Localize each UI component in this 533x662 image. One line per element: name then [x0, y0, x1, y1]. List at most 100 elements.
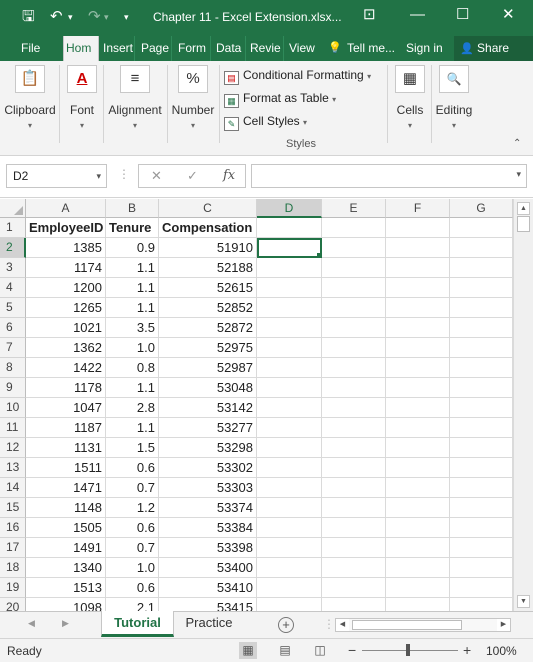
formula-input[interactable]: ▾	[251, 164, 527, 188]
grid-cell[interactable]: 53142	[159, 398, 257, 418]
grid-cell[interactable]: 53410	[159, 578, 257, 598]
grid-cell[interactable]: 1.1	[106, 378, 159, 398]
row-header[interactable]: 13	[0, 458, 26, 478]
grid-cell[interactable]: 1.1	[106, 258, 159, 278]
lightbulb-icon[interactable]: 💡	[328, 36, 342, 61]
grid-cell[interactable]	[257, 558, 322, 578]
horizontal-scroll-thumb[interactable]	[352, 620, 462, 630]
grid-cell[interactable]: 1.0	[106, 558, 159, 578]
grid-cell[interactable]: 3.5	[106, 318, 159, 338]
select-all-button[interactable]	[0, 199, 26, 218]
grid-cell[interactable]: 0.6	[106, 578, 159, 598]
grid-cell[interactable]	[450, 298, 513, 318]
grid-cell[interactable]: 2.8	[106, 398, 159, 418]
grid-cell[interactable]: 1511	[26, 458, 106, 478]
grid-cell[interactable]	[257, 458, 322, 478]
redo-dropdown-icon[interactable]: ▾	[104, 8, 109, 26]
grid-cell[interactable]: 1.1	[106, 418, 159, 438]
row-header[interactable]: 6	[0, 318, 26, 338]
scroll-right-icon[interactable]: ▶	[497, 619, 510, 631]
grid-cell[interactable]	[257, 338, 322, 358]
row-header[interactable]: 18	[0, 558, 26, 578]
grid-cell[interactable]	[450, 358, 513, 378]
grid-cell[interactable]: 52188	[159, 258, 257, 278]
zoom-slider[interactable]	[362, 650, 458, 651]
grid-cell[interactable]: 1471	[26, 478, 106, 498]
redo-icon[interactable]: ↷	[88, 8, 101, 26]
grid-cell[interactable]	[450, 318, 513, 338]
grid-cell[interactable]: 53277	[159, 418, 257, 438]
ribbon-display-options-icon[interactable]: ⊡	[363, 6, 376, 24]
tab-data[interactable]: Data	[216, 36, 246, 61]
collapse-ribbon-icon[interactable]: ⌃	[513, 138, 521, 149]
column-header-d[interactable]: D	[257, 199, 322, 218]
grid-cell[interactable]	[322, 258, 386, 278]
grid-cell[interactable]: 1047	[26, 398, 106, 418]
grid-cell[interactable]	[386, 438, 450, 458]
tab-review[interactable]: Revie	[250, 36, 284, 61]
scroll-up-icon[interactable]: ▲	[517, 202, 530, 215]
grid-cell[interactable]	[257, 378, 322, 398]
grid-cell[interactable]	[450, 458, 513, 478]
maximize-icon[interactable]: ☐	[456, 6, 469, 24]
grid-cell[interactable]: 1200	[26, 278, 106, 298]
grid-cell[interactable]: 53048	[159, 378, 257, 398]
grid-cell[interactable]	[450, 378, 513, 398]
column-header-e[interactable]: E	[322, 199, 386, 218]
grid-cell[interactable]	[257, 358, 322, 378]
grid-cell[interactable]	[322, 298, 386, 318]
normal-view-icon[interactable]: ▦	[239, 642, 257, 659]
grid-cell[interactable]: 1.1	[106, 298, 159, 318]
grid-cell[interactable]: 53384	[159, 518, 257, 538]
row-header[interactable]: 10	[0, 398, 26, 418]
row-header[interactable]: 11	[0, 418, 26, 438]
cells-group[interactable]: ▦ Cells ▾	[391, 63, 429, 143]
row-header[interactable]: 16	[0, 518, 26, 538]
grid-cell[interactable]: 1491	[26, 538, 106, 558]
grid-cell[interactable]	[322, 398, 386, 418]
grid-cell[interactable]	[450, 478, 513, 498]
grid-cell[interactable]: 1131	[26, 438, 106, 458]
grid-cell[interactable]	[257, 278, 322, 298]
grid-cell[interactable]	[257, 478, 322, 498]
grid-cell[interactable]	[322, 278, 386, 298]
grid-cell[interactable]	[322, 238, 386, 258]
grid-cell[interactable]: 0.7	[106, 478, 159, 498]
insert-function-icon[interactable]: fx	[223, 168, 235, 183]
header-cell[interactable]: Compensation	[159, 218, 257, 238]
scroll-left-icon[interactable]: ◀	[336, 619, 349, 631]
active-cell[interactable]	[257, 238, 322, 258]
grid-cell[interactable]: 1098	[26, 598, 106, 611]
grid-cell[interactable]: 1513	[26, 578, 106, 598]
formula-bar-splitter[interactable]: ⋮	[118, 167, 130, 181]
worksheet-grid[interactable]: ABCDEFG 1 EmployeeID Tenure Compensation 2 13…	[0, 199, 513, 611]
grid-cell[interactable]: 1505	[26, 518, 106, 538]
grid-cell[interactable]	[257, 518, 322, 538]
minimize-icon[interactable]: —	[410, 6, 425, 24]
grid-cell[interactable]	[322, 518, 386, 538]
conditional-formatting-button[interactable]: ▤ Conditional Formatting ▾	[224, 65, 371, 85]
grid-cell[interactable]: 0.8	[106, 358, 159, 378]
row-header[interactable]: 9	[0, 378, 26, 398]
grid-cell[interactable]: 1362	[26, 338, 106, 358]
grid-cell[interactable]	[450, 578, 513, 598]
grid-cell[interactable]	[322, 318, 386, 338]
tab-scroll-splitter[interactable]: ⋮	[323, 617, 335, 631]
grid-cell[interactable]: 2.1	[106, 598, 159, 611]
grid-cell[interactable]: 51910	[159, 238, 257, 258]
grid-cell[interactable]	[450, 398, 513, 418]
grid-cell[interactable]	[450, 278, 513, 298]
chevron-down-icon[interactable]: ▾	[96, 165, 101, 187]
sheet-tab-tutorial[interactable]: Tutorial	[101, 611, 174, 637]
grid-cell[interactable]	[386, 558, 450, 578]
tab-insert[interactable]: Insert	[103, 36, 135, 61]
column-header-c[interactable]: C	[159, 199, 257, 218]
enter-icon[interactable]: ✓	[187, 168, 198, 184]
grid-cell[interactable]	[386, 278, 450, 298]
grid-cell[interactable]: 52987	[159, 358, 257, 378]
grid-cell[interactable]	[450, 438, 513, 458]
grid-cell[interactable]	[322, 598, 386, 611]
grid-cell[interactable]: 53303	[159, 478, 257, 498]
grid-cell[interactable]	[322, 438, 386, 458]
save-icon[interactable]: 🖫	[22, 8, 35, 26]
